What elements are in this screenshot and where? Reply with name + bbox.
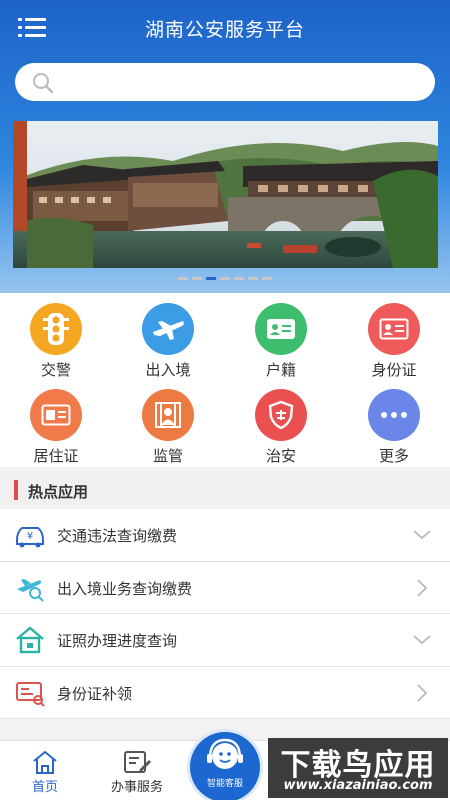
section-accent-bar — [14, 480, 18, 500]
svg-text:¥: ¥ — [27, 531, 33, 542]
page-title: 湖南公安服务平台 — [144, 19, 305, 41]
list-item[interactable]: 出入境业务查询缴费 — [0, 562, 450, 614]
list-item-label: 身份证补领 — [57, 684, 133, 703]
carousel-dot[interactable] — [262, 277, 272, 280]
carousel-dot[interactable] — [220, 277, 230, 280]
list-item[interactable]: ¥ 交通违法查询缴费 — [0, 509, 450, 562]
list-item[interactable]: 证照办理进度查询 — [0, 614, 450, 667]
customer-service-icon — [207, 738, 243, 769]
service-gengduo[interactable]: 更多 — [338, 389, 450, 466]
household-card-icon — [255, 303, 307, 355]
tab-home[interactable]: 首页 — [0, 749, 90, 795]
app-header: 湖南公安服务平台 — [0, 0, 450, 56]
list-item[interactable]: 身份证补领 — [0, 667, 450, 719]
watermark-logo: 下载鸟应用 www.xiazainiao.com — [268, 738, 448, 798]
residence-card-icon — [30, 389, 82, 441]
id-card-icon — [368, 303, 420, 355]
service-label: 户籍 — [265, 361, 296, 379]
service-grid: 交警 出入境 户籍 身份证 居住证 监管 治安 更多 — [0, 293, 450, 467]
carousel-dot-active[interactable] — [206, 277, 216, 280]
service-churujing[interactable]: 出入境 — [112, 303, 224, 380]
carousel-dot[interactable] — [234, 277, 244, 280]
carousel-dot[interactable] — [178, 277, 188, 280]
document-edit-icon — [124, 751, 151, 773]
carousel-dot[interactable] — [192, 277, 202, 280]
carousel-indicator — [0, 277, 450, 283]
supervision-bars-icon — [142, 389, 194, 441]
section-title: 热点应用 — [28, 483, 89, 501]
tab-label: 办事服务 — [110, 780, 163, 795]
service-shenfenzheng[interactable]: 身份证 — [338, 303, 450, 380]
list-item-label: 出入境业务查询缴费 — [57, 579, 193, 598]
list-item-label: 交通违法查询缴费 — [57, 527, 178, 545]
smart-assistant-button[interactable]: 智能客服 — [190, 732, 260, 800]
airplane-icon — [142, 303, 194, 355]
service-label: 居住证 — [33, 447, 79, 465]
service-label: 身份证 — [371, 361, 417, 379]
search-icon — [33, 73, 54, 94]
traffic-light-icon — [30, 303, 82, 355]
house-icon — [16, 626, 44, 654]
service-jianguan[interactable]: 监管 — [112, 389, 224, 466]
service-label: 更多 — [378, 447, 409, 465]
service-label: 出入境 — [145, 361, 191, 379]
banner-image — [13, 121, 438, 268]
tab-business[interactable]: 办事服务 — [92, 749, 182, 795]
assistant-label: 智能客服 — [206, 779, 243, 789]
chevron-down-icon — [413, 635, 431, 645]
service-label: 交警 — [40, 361, 71, 379]
search-input[interactable] — [65, 63, 425, 101]
car-fine-icon: ¥ — [16, 527, 44, 548]
chevron-down-icon — [413, 530, 431, 540]
police-shield-icon — [255, 389, 307, 441]
service-label: 治安 — [265, 447, 296, 465]
service-huji[interactable]: 户籍 — [225, 303, 337, 380]
plane-search-icon — [17, 578, 44, 602]
hot-apps-list: ¥ 交通违法查询缴费 出入境业务查询缴费 证照办理进度查询 身份证补领 — [0, 509, 450, 719]
chevron-right-icon — [417, 578, 428, 597]
home-icon — [33, 750, 57, 774]
list-item-label: 证照办理进度查询 — [57, 632, 178, 650]
chevron-right-icon — [417, 683, 428, 702]
id-reissue-icon — [16, 681, 45, 707]
tab-label: 首页 — [31, 780, 58, 795]
service-label: 监管 — [152, 447, 183, 465]
more-dots-icon — [368, 389, 420, 441]
service-jiaojing[interactable]: 交警 — [0, 303, 112, 380]
watermark-url: www.xiazainiao.com — [283, 778, 433, 793]
carousel-dot[interactable] — [248, 277, 258, 280]
search-bar[interactable] — [15, 63, 435, 101]
service-juzhuzheng[interactable]: 居住证 — [0, 389, 112, 466]
service-zhian[interactable]: 治安 — [225, 389, 337, 466]
banner-carousel[interactable] — [13, 121, 438, 268]
hot-apps-header: 热点应用 — [0, 472, 450, 508]
